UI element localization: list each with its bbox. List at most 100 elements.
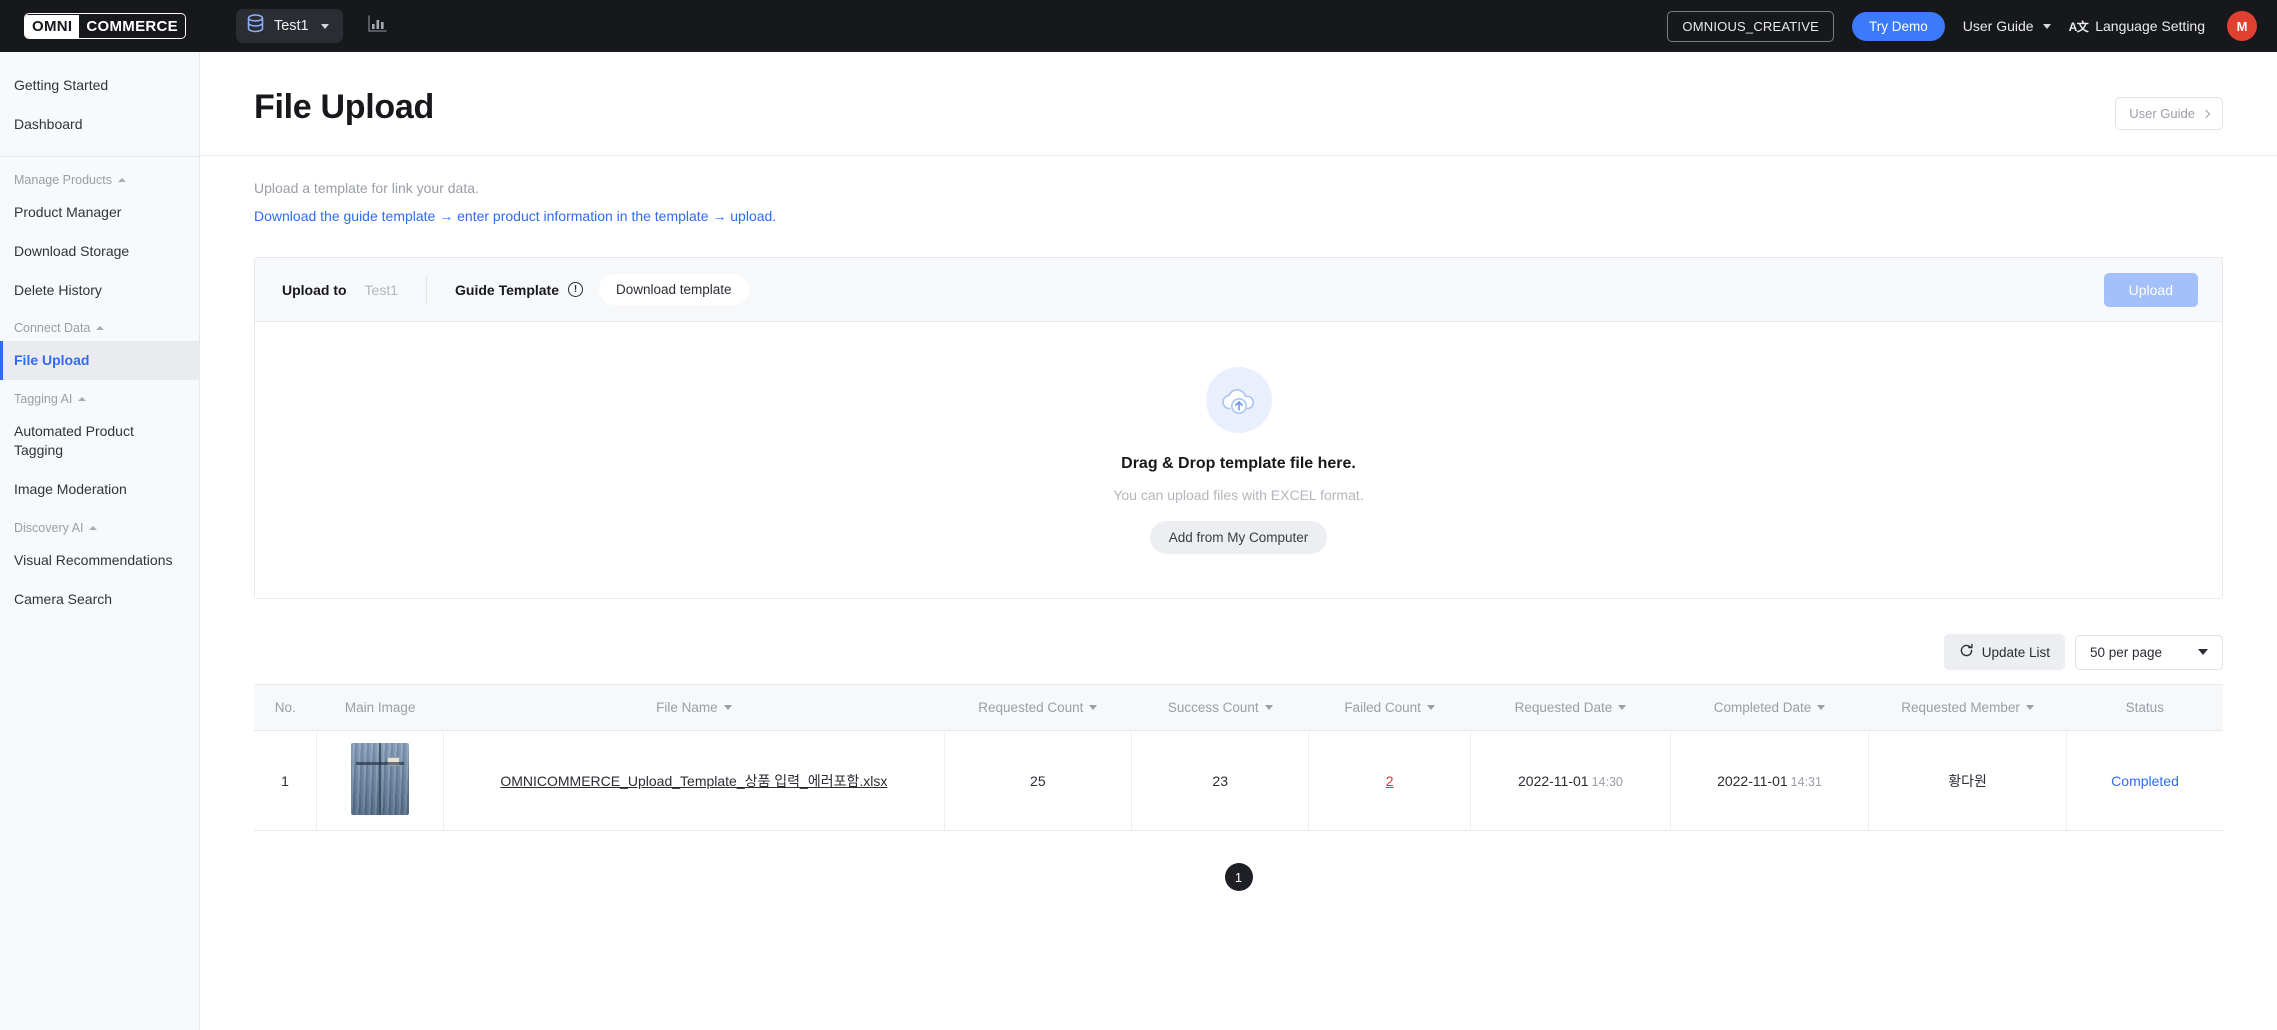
- toolbar-divider: [426, 276, 428, 303]
- sidebar-item-download-storage[interactable]: Download Storage: [0, 232, 199, 271]
- bar-chart-icon: [367, 14, 387, 38]
- column-label: File Name: [656, 700, 718, 715]
- column-header-success-count: Success Count: [1131, 684, 1309, 731]
- cell-status: Completed: [2066, 730, 2223, 831]
- sort-caret-icon: [723, 705, 732, 710]
- sidebar-group-manage-products[interactable]: Manage Products: [0, 161, 199, 193]
- chevron-up-icon: [117, 177, 126, 182]
- language-setting-menu[interactable]: A文 Language Setting: [2069, 18, 2205, 35]
- table-controls: Update List 50 per page: [254, 634, 2223, 670]
- description-text: Upload a template for link your data.: [254, 180, 479, 196]
- user-guide-menu-label: User Guide: [1962, 18, 2034, 34]
- project-selector[interactable]: Test1: [235, 9, 343, 43]
- avatar[interactable]: M: [2227, 11, 2257, 41]
- sidebar-item-visual-recommendations[interactable]: Visual Recommendations: [0, 541, 199, 580]
- upload-to-label: Upload to: [282, 281, 347, 298]
- upload-button[interactable]: Upload: [2103, 272, 2198, 307]
- table-row: 1 OMNICOMMERCE_Upload_Template_상품 입력_에러포…: [254, 730, 2223, 831]
- file-dropzone[interactable]: Drag & Drop template file here. You can …: [255, 322, 2222, 598]
- sidebar-group-discovery-ai[interactable]: Discovery AI: [0, 509, 199, 541]
- column-header-file-name: File Name: [443, 684, 945, 731]
- user-guide-button-label: User Guide: [2129, 106, 2195, 121]
- dropzone-subtitle: You can upload files with EXCEL format.: [1113, 486, 1364, 503]
- sort-completed-date[interactable]: Completed Date: [1714, 700, 1826, 715]
- sidebar-group-connect-data[interactable]: Connect Data: [0, 309, 199, 341]
- upload-card: Upload to Test1 Guide Template ! Downloa…: [254, 257, 2223, 599]
- cell-failed-count: 2: [1308, 730, 1471, 831]
- chevron-up-icon: [89, 526, 98, 531]
- file-name-link[interactable]: OMNICOMMERCE_Upload_Template_상품 입력_에러포함.…: [500, 773, 887, 789]
- sort-success-count[interactable]: Success Count: [1168, 700, 1273, 715]
- per-page-select[interactable]: 50 per page: [2075, 634, 2223, 670]
- failed-count-link[interactable]: 2: [1386, 773, 1394, 789]
- upload-to-value: Test1: [364, 281, 399, 298]
- chevron-up-icon: [78, 397, 87, 402]
- sort-failed-count[interactable]: Failed Count: [1344, 700, 1435, 715]
- column-label: Requested Count: [978, 700, 1084, 715]
- sidebar-item-product-manager[interactable]: Product Manager: [0, 193, 199, 232]
- try-demo-button[interactable]: Try Demo: [1851, 11, 1945, 41]
- project-name-label: Test1: [273, 18, 309, 34]
- logo-text-commerce: COMMERCE: [79, 14, 185, 38]
- product-thumbnail-image: [351, 743, 410, 815]
- main-content: File Upload User Guide Upload a template…: [200, 52, 2277, 1030]
- add-from-computer-button[interactable]: Add from My Computer: [1149, 520, 1328, 554]
- sort-requested-count[interactable]: Requested Count: [978, 700, 1098, 715]
- column-label: Completed Date: [1713, 700, 1812, 715]
- user-guide-menu[interactable]: User Guide: [1963, 18, 2051, 34]
- column-header-failed-count: Failed Count: [1308, 684, 1471, 731]
- sidebar-group-label: Manage Products: [14, 172, 112, 187]
- completed-date-value: 2022-11-01: [1717, 772, 1788, 789]
- sidebar-item-file-upload[interactable]: File Upload: [0, 341, 199, 381]
- cell-file-name: OMNICOMMERCE_Upload_Template_상품 입력_에러포함.…: [443, 730, 945, 831]
- sidebar-item-delete-history[interactable]: Delete History: [0, 271, 199, 310]
- table-header-row: No. Main Image File Name Requested Count…: [254, 684, 2223, 731]
- chevron-down-icon: [320, 23, 329, 29]
- sort-caret-icon: [1089, 705, 1098, 710]
- guide-template-link[interactable]: Download the guide template → enter prod…: [254, 208, 2223, 224]
- sort-requested-member[interactable]: Requested Member: [1901, 700, 2034, 715]
- column-header-no: No.: [254, 684, 317, 731]
- sidebar-item-dashboard[interactable]: Dashboard: [0, 105, 199, 144]
- info-circle-icon[interactable]: !: [568, 282, 583, 297]
- translate-icon: A文: [2068, 19, 2089, 34]
- status-badge: Completed: [2111, 772, 2179, 789]
- user-guide-button[interactable]: User Guide: [2115, 97, 2223, 130]
- cell-success-count: 23: [1131, 730, 1310, 831]
- sidebar-group-label: Tagging AI: [14, 392, 73, 407]
- page-button-1[interactable]: 1: [1224, 863, 1253, 891]
- sidebar-group-tagging-ai[interactable]: Tagging AI: [0, 380, 199, 412]
- cell-requested-date: 2022-11-01 14:30: [1470, 730, 1672, 831]
- dropzone-title: Drag & Drop template file here.: [1121, 454, 1356, 472]
- sidebar-divider: [0, 155, 199, 157]
- app-shell: Getting Started Dashboard Manage Product…: [0, 52, 2277, 1030]
- download-template-button[interactable]: Download template: [599, 274, 749, 305]
- upload-history-table: No. Main Image File Name Requested Count…: [254, 684, 2223, 831]
- sidebar-item-image-moderation[interactable]: Image Moderation: [0, 470, 199, 509]
- cell-completed-date: 2022-11-01 14:31: [1670, 730, 1870, 831]
- cell-main-image: [316, 730, 445, 831]
- analytics-button[interactable]: [367, 14, 387, 38]
- sort-caret-icon: [1264, 705, 1273, 710]
- app-logo[interactable]: OMNI COMMERCE: [24, 13, 186, 39]
- cell-requested-member: 황다원: [1868, 730, 2068, 831]
- sort-requested-date[interactable]: Requested Date: [1515, 700, 1627, 715]
- column-header-requested-member: Requested Member: [1868, 684, 2067, 731]
- refresh-icon: [1959, 643, 1974, 661]
- cell-requested-count: 25: [944, 730, 1133, 831]
- column-header-completed-date: Completed Date: [1670, 684, 1869, 731]
- sort-caret-icon: [1426, 705, 1435, 710]
- sort-caret-icon: [1618, 705, 1627, 710]
- organization-chip[interactable]: OMNIOUS_CREATIVE: [1667, 10, 1834, 42]
- column-label: Failed Count: [1344, 700, 1421, 715]
- sidebar-item-camera-search[interactable]: Camera Search: [0, 580, 199, 619]
- sidebar-item-automated-product-tagging[interactable]: Automated Product Tagging: [0, 412, 199, 470]
- sort-caret-icon: [2025, 705, 2034, 710]
- sort-file-name[interactable]: File Name: [656, 700, 732, 715]
- sidebar-item-getting-started[interactable]: Getting Started: [0, 66, 199, 105]
- cell-no: 1: [254, 730, 318, 831]
- update-list-button[interactable]: Update List: [1943, 634, 2065, 670]
- topbar-right-group: OMNIOUS_CREATIVE Try Demo User Guide A文 …: [1667, 10, 2257, 42]
- update-list-label: Update List: [1981, 644, 2050, 660]
- top-navigation-bar: OMNI COMMERCE Test1 OMNIOUS_CREATIVE Try…: [0, 0, 2277, 52]
